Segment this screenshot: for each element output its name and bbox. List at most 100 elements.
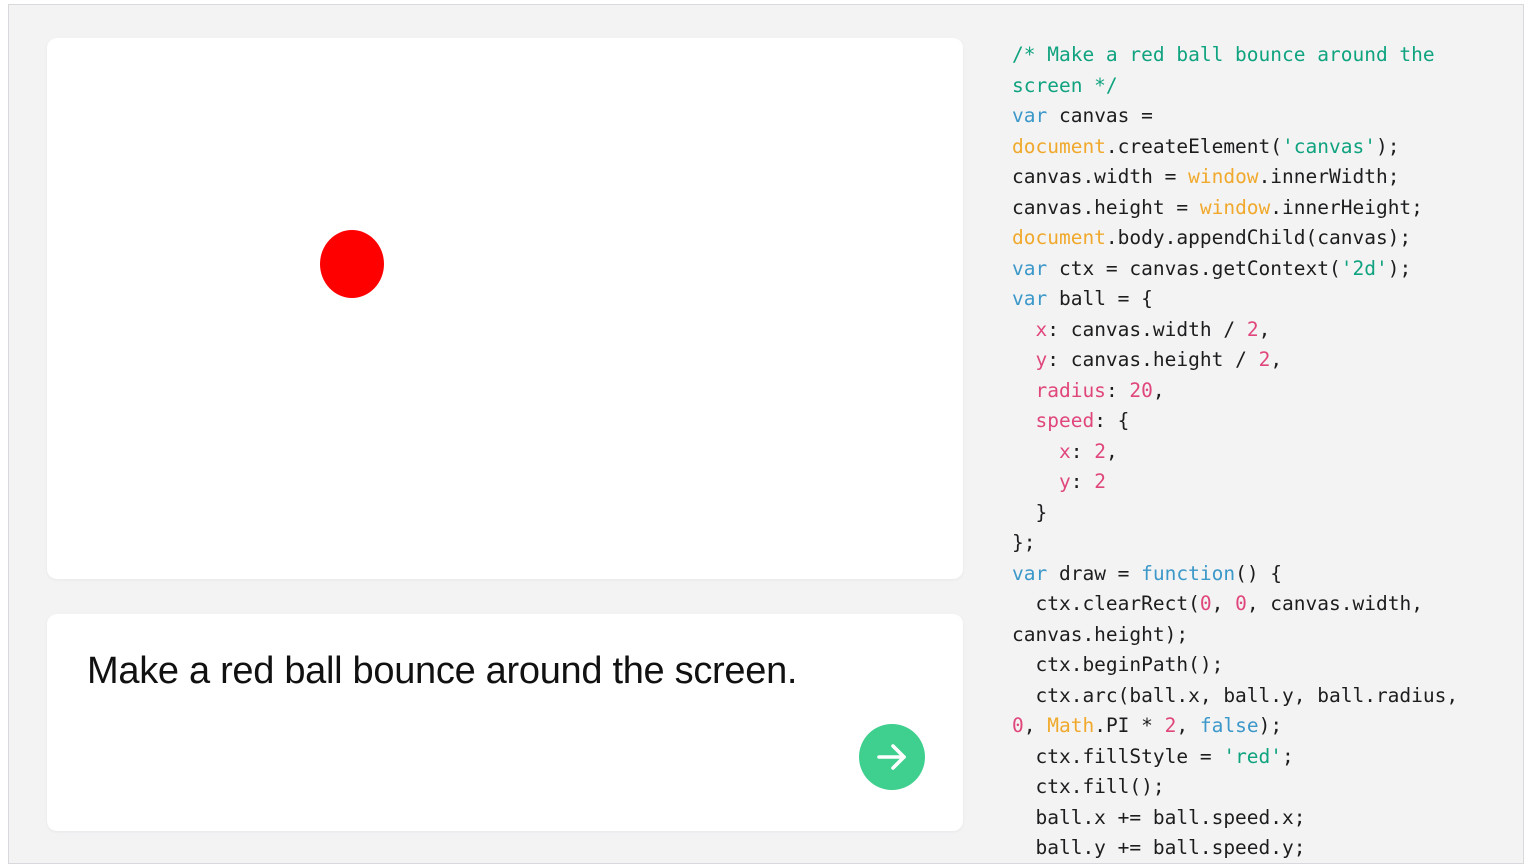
code-token: window [1199, 195, 1271, 219]
code-token: '2d' [1340, 256, 1388, 280]
code-token: ctx.fillStyle = [1012, 744, 1224, 768]
code-token: Math [1047, 714, 1095, 737]
prompt-panel[interactable]: Make a red ball bounce around the screen… [47, 614, 963, 831]
code-line: } [1012, 498, 1512, 529]
code-token: speed [1035, 409, 1095, 432]
code-token: : [1105, 378, 1130, 402]
code-token: radius [1035, 378, 1106, 402]
code-line: var draw = function() { [1012, 559, 1512, 590]
red-ball [320, 230, 384, 298]
code-token: ctx.clearRect( [1012, 592, 1200, 615]
code-line: document.createElement('canvas'); [1012, 132, 1512, 163]
code-token: .innerWidth; [1258, 165, 1400, 188]
code-line: ctx.beginPath(); [1012, 650, 1512, 681]
code-token: ); [1387, 256, 1412, 280]
code-token: canvas.width = [1012, 165, 1189, 188]
code-token: ball.y += ball.speed.y; [1012, 836, 1306, 859]
code-line: x: 2, [1012, 437, 1512, 468]
code-token: ); [1258, 714, 1283, 737]
code-token: , [1270, 348, 1283, 371]
code-line: var ball = { [1012, 284, 1512, 315]
code-token: ctx.beginPath(); [1012, 653, 1224, 676]
code-token: .createElement( [1105, 134, 1283, 158]
code-token: 20 [1129, 378, 1153, 402]
code-line: x: canvas.width / 2, [1012, 315, 1512, 346]
code-token: , [1023, 714, 1048, 737]
code-token: 0 [1235, 592, 1247, 615]
code-token: 'canvas' [1282, 134, 1376, 158]
code-line: var canvas = [1012, 101, 1512, 132]
code-line: canvas.height); [1012, 620, 1512, 651]
code-line: ball.y += ball.speed.y; [1012, 833, 1512, 864]
code-token: ctx = canvas.getContext( [1047, 256, 1341, 280]
code-token: canvas.height); [1012, 622, 1189, 646]
code-token: ); [1375, 134, 1400, 158]
code-line: canvas.width = window.innerWidth; [1012, 162, 1512, 193]
code-token: x [1058, 439, 1071, 463]
code-token: 2 [1094, 470, 1106, 493]
code-token: var [1012, 256, 1048, 280]
code-line: radius: 20, [1012, 376, 1512, 407]
canvas-preview [47, 38, 963, 579]
arrow-right-icon [874, 739, 910, 775]
code-token: () { [1235, 561, 1283, 585]
code-token: : canvas.height / [1047, 348, 1259, 371]
code-token: : [1070, 470, 1095, 493]
code-token: , canvas.width, [1246, 592, 1423, 615]
code-token: } [1012, 500, 1048, 524]
code-token: var [1012, 561, 1048, 585]
code-token: : canvas.width / [1047, 317, 1247, 341]
code-line: /* Make a red ball bounce around the [1012, 40, 1512, 71]
code-token: , [1105, 439, 1118, 463]
code-token: .body.appendChild(canvas); [1105, 226, 1412, 249]
prompt-text[interactable]: Make a red ball bounce around the screen… [87, 650, 797, 693]
code-token: canvas.height = [1012, 195, 1200, 219]
code-token: var [1012, 104, 1048, 127]
code-line: var ctx = canvas.getContext('2d'); [1012, 254, 1512, 285]
code-token: draw = [1047, 561, 1142, 585]
code-token: : [1070, 439, 1095, 463]
code-token: .innerHeight; [1270, 195, 1423, 219]
code-token: , [1211, 592, 1236, 615]
code-token: y [1058, 470, 1071, 493]
code-token: ctx.arc(ball.x, ball.y, ball.radius, [1012, 683, 1459, 707]
code-token: , [1152, 378, 1165, 402]
code-line: ctx.arc(ball.x, ball.y, ball.radius, [1012, 681, 1512, 712]
submit-button[interactable] [859, 724, 925, 790]
code-line: document.body.appendChild(canvas); [1012, 223, 1512, 254]
code-line: y: 2 [1012, 467, 1512, 498]
code-line: }; [1012, 528, 1512, 559]
code-token: , [1176, 714, 1200, 737]
code-line: ctx.fillStyle = 'red'; [1012, 742, 1512, 773]
code-line: speed: { [1012, 406, 1512, 437]
code-token: 0 [1199, 592, 1212, 615]
code-token: document [1012, 226, 1106, 249]
code-token: var [1012, 287, 1048, 310]
code-token: 2 [1164, 714, 1177, 737]
code-token: 2 [1258, 348, 1271, 371]
code-token: ctx.fill(); [1012, 775, 1165, 798]
code-token: screen */ [1012, 73, 1118, 97]
code-token: ; [1282, 744, 1294, 768]
code-line: 0, Math.PI * 2, false); [1012, 711, 1512, 742]
code-token: 'red' [1223, 744, 1283, 768]
code-line: y: canvas.height / 2, [1012, 345, 1512, 376]
code-token: window [1188, 165, 1259, 188]
code-token: 2 [1246, 317, 1259, 341]
code-line: ctx.clearRect(0, 0, canvas.width, [1012, 589, 1512, 620]
code-token: }; [1012, 531, 1036, 554]
code-line: ball.x += ball.speed.x; [1012, 803, 1512, 834]
code-token: 0 [1012, 714, 1024, 737]
code-editor[interactable]: /* Make a red ball bounce around the scre… [1012, 40, 1512, 864]
code-token: .PI * [1094, 714, 1165, 737]
code-line: ctx.fill(); [1012, 772, 1512, 803]
code-token: false [1199, 714, 1259, 737]
code-token: y [1035, 348, 1048, 371]
code-token: , [1258, 317, 1271, 341]
code-token: ball.x += ball.speed.x; [1012, 805, 1306, 829]
code-token: ball = { [1047, 287, 1153, 310]
